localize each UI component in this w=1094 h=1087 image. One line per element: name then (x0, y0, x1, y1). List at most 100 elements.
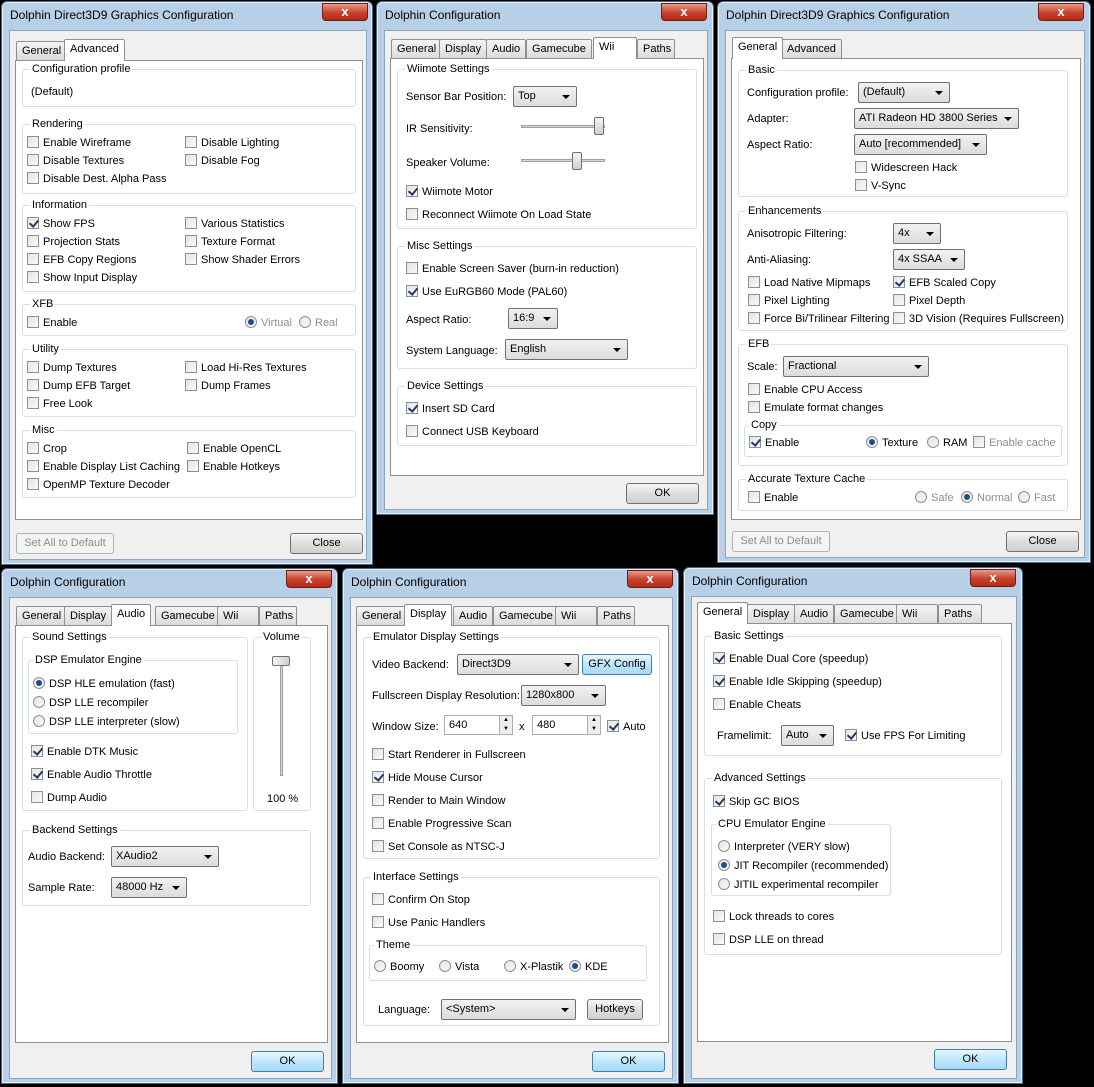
close-button[interactable]: Close (290, 533, 363, 554)
close-icon[interactable]: x (286, 570, 332, 588)
ntsc-j-checkbox[interactable]: Set Console as NTSC-J (372, 840, 505, 854)
fullscreen-resolution-dropdown[interactable]: 1280x800 (521, 685, 606, 706)
aspect-ratio-dropdown[interactable]: Auto [recommended] (854, 134, 987, 155)
various-statistics-checkbox[interactable]: Various Statistics (185, 217, 285, 231)
load-native-mipmaps-checkbox[interactable]: Load Native Mipmaps (748, 276, 870, 290)
anisotropic-filtering-dropdown[interactable]: 4x (893, 223, 941, 244)
ok-button[interactable]: OK (934, 1049, 1007, 1070)
sensor-bar-dropdown[interactable]: Top (513, 86, 577, 107)
atc-safe-radio[interactable]: Safe (915, 491, 954, 505)
force-filtering-checkbox[interactable]: Force Bi/Trilinear Filtering (748, 312, 890, 326)
enable-hotkeys-checkbox[interactable]: Enable Hotkeys (187, 460, 280, 474)
free-look-checkbox[interactable]: Free Look (27, 397, 93, 411)
widescreen-hack-checkbox[interactable]: Widescreen Hack (855, 161, 957, 175)
hotkeys-button[interactable]: Hotkeys (587, 999, 643, 1020)
tab-general[interactable]: General (391, 39, 443, 58)
system-language-dropdown[interactable]: English (505, 339, 628, 360)
dump-audio-checkbox[interactable]: Dump Audio (31, 791, 107, 805)
use-fps-limiting-checkbox[interactable]: Use FPS For Limiting (845, 729, 966, 743)
tab-general[interactable]: General (697, 602, 749, 624)
video-backend-dropdown[interactable]: Direct3D9 (457, 654, 579, 675)
disable-textures-checkbox[interactable]: Disable Textures (27, 154, 124, 168)
copy-texture-radio[interactable]: Texture (866, 436, 918, 450)
tab-display[interactable]: Display (404, 604, 453, 626)
dsp-hle-radio[interactable]: DSP HLE emulation (fast) (33, 677, 175, 691)
projection-stats-checkbox[interactable]: Projection Stats (27, 235, 120, 249)
tab-gamecube[interactable]: Gamecube (526, 39, 592, 58)
show-input-display-checkbox[interactable]: Show Input Display (27, 271, 137, 285)
enable-cache-checkbox[interactable]: Enable cache (973, 436, 1056, 450)
dsp-lle-interpreter-radio[interactable]: DSP LLE interpreter (slow) (33, 715, 180, 729)
theme-kde-radio[interactable]: KDE (569, 960, 608, 974)
dsp-lle-thread-checkbox[interactable]: DSP LLE on thread (713, 933, 824, 947)
dump-textures-checkbox[interactable]: Dump Textures (27, 361, 117, 375)
hide-mouse-cursor-checkbox[interactable]: Hide Mouse Cursor (372, 771, 483, 785)
efb-scaled-copy-checkbox[interactable]: EFB Scaled Copy (893, 276, 996, 290)
theme-boomy-radio[interactable]: Boomy (374, 960, 424, 974)
tab-display[interactable]: Display (439, 39, 488, 58)
dsp-lle-recompiler-radio[interactable]: DSP LLE recompiler (33, 696, 148, 710)
window-width-input[interactable]: 640 (444, 715, 500, 735)
disable-lighting-checkbox[interactable]: Disable Lighting (185, 136, 279, 150)
insert-sd-card-checkbox[interactable]: Insert SD Card (406, 402, 495, 416)
lock-threads-checkbox[interactable]: Lock threads to cores (713, 910, 834, 924)
emulate-format-changes-checkbox[interactable]: Emulate format changes (748, 401, 883, 415)
window-width-spinner[interactable]: ▲ ▼ (499, 715, 513, 735)
tab-general[interactable]: General (732, 37, 784, 59)
tab-general[interactable]: General (16, 41, 68, 60)
tab-display[interactable]: Display (64, 606, 113, 625)
tab-paths[interactable]: Paths (938, 604, 982, 623)
disable-dest-alpha-checkbox[interactable]: Disable Dest. Alpha Pass (27, 172, 167, 186)
close-icon[interactable]: x (1038, 3, 1084, 21)
tab-gamecube[interactable]: Gamecube (834, 604, 900, 623)
usb-keyboard-checkbox[interactable]: Connect USB Keyboard (406, 425, 539, 439)
disable-fog-checkbox[interactable]: Disable Fog (185, 154, 260, 168)
window-height-input[interactable]: 480 (532, 715, 588, 735)
tab-audio[interactable]: Audio (111, 604, 152, 626)
tab-paths[interactable]: Paths (259, 606, 297, 625)
enable-wireframe-checkbox[interactable]: Enable Wireframe (27, 136, 131, 150)
auto-size-checkbox[interactable]: Auto (607, 720, 646, 734)
close-icon[interactable]: x (627, 570, 673, 588)
openmp-texture-decoder-checkbox[interactable]: OpenMP Texture Decoder (27, 478, 170, 492)
ok-button[interactable]: OK (626, 483, 699, 504)
atc-normal-radio[interactable]: Normal (961, 491, 1012, 505)
eurgb60-checkbox[interactable]: Use EuRGB60 Mode (PAL60) (406, 285, 567, 299)
skip-gc-bios-checkbox[interactable]: Skip GC BIOS (713, 795, 799, 809)
reconnect-wiimote-checkbox[interactable]: Reconnect Wiimote On Load State (406, 208, 591, 222)
idle-skipping-checkbox[interactable]: Enable Idle Skipping (speedup) (713, 675, 882, 689)
config-profile-dropdown[interactable]: (Default) (858, 82, 950, 103)
sample-rate-dropdown[interactable]: 48000 Hz (111, 877, 187, 898)
tab-wii[interactable]: Wii (555, 606, 597, 625)
tab-paths[interactable]: Paths (637, 39, 675, 58)
efb-copy-regions-checkbox[interactable]: EFB Copy Regions (27, 253, 137, 267)
close-button[interactable]: Close (1006, 531, 1079, 552)
ir-sensitivity-slider[interactable] (594, 117, 604, 135)
wiimote-motor-checkbox[interactable]: Wiimote Motor (406, 185, 493, 199)
tab-wii[interactable]: Wii (593, 37, 637, 59)
framelimit-dropdown[interactable]: Auto (781, 725, 834, 746)
tab-display[interactable]: Display (747, 604, 796, 623)
3d-vision-checkbox[interactable]: 3D Vision (Requires Fullscreen) (893, 312, 1064, 326)
screen-saver-checkbox[interactable]: Enable Screen Saver (burn-in reduction) (406, 262, 619, 276)
scale-dropdown[interactable]: Fractional (783, 356, 929, 377)
show-fps-checkbox[interactable]: Show FPS (27, 217, 95, 231)
copy-enable-checkbox[interactable]: Enable (749, 436, 799, 450)
theme-vista-radio[interactable]: Vista (439, 960, 479, 974)
enable-dtk-music-checkbox[interactable]: Enable DTK Music (31, 745, 138, 759)
tab-general[interactable]: General (356, 606, 408, 625)
set-all-to-default-button[interactable]: Set All to Default (16, 533, 114, 554)
jit-recompiler-radio[interactable]: JIT Recompiler (recommended) (718, 859, 888, 873)
tab-audio[interactable]: Audio (453, 606, 494, 625)
pixel-lighting-checkbox[interactable]: Pixel Lighting (748, 294, 829, 308)
dump-frames-checkbox[interactable]: Dump Frames (185, 379, 271, 393)
theme-xplastik-radio[interactable]: X-Plastik (504, 960, 563, 974)
close-icon[interactable]: x (322, 3, 368, 21)
enable-audio-throttle-checkbox[interactable]: Enable Audio Throttle (31, 768, 152, 782)
gfx-config-button[interactable]: GFX Config (582, 654, 652, 675)
tab-paths[interactable]: Paths (597, 606, 635, 625)
progressive-scan-checkbox[interactable]: Enable Progressive Scan (372, 817, 512, 831)
language-dropdown[interactable]: <System> (441, 999, 576, 1020)
close-icon[interactable]: x (661, 3, 707, 21)
load-hires-textures-checkbox[interactable]: Load Hi-Res Textures (185, 361, 307, 375)
